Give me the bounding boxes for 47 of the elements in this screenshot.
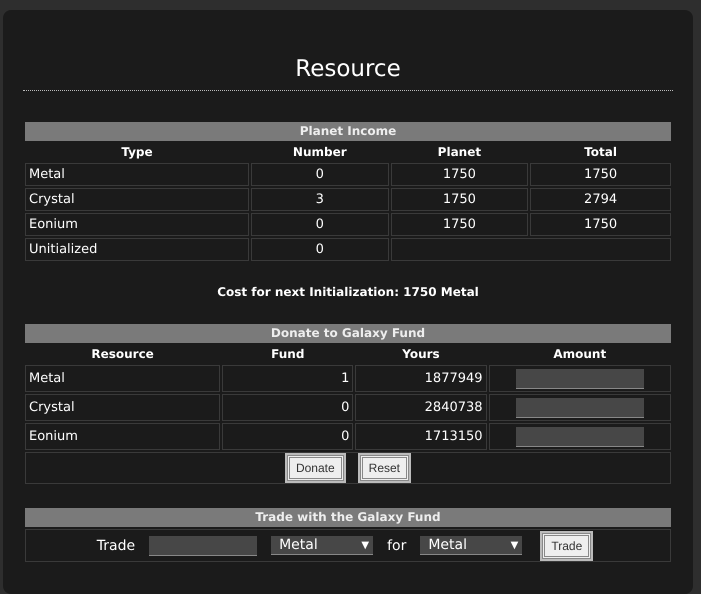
trade-label: Trade	[96, 538, 136, 554]
for-label: for	[387, 538, 406, 554]
table-cell: 0	[251, 213, 389, 236]
column-header: Total	[583, 144, 618, 161]
table-cell: 1750	[390, 188, 528, 211]
table-cell: 0	[222, 423, 354, 450]
column-header: Type	[120, 144, 154, 161]
trade-button[interactable]: Trade	[542, 532, 592, 558]
column-header: Number	[292, 144, 348, 161]
column-header: Yours	[401, 346, 441, 363]
table-cell: 2794	[530, 188, 671, 211]
resource-dropdown[interactable]: Metal ▼	[420, 536, 522, 555]
table-cell: 1713150	[355, 423, 487, 450]
table-cell: 1750	[390, 163, 528, 186]
table-cell: 1	[222, 365, 354, 392]
column-header: Fund	[270, 346, 306, 363]
table-cell: 0	[251, 238, 389, 261]
table-cell: Crystal	[25, 394, 220, 421]
table-cell: 1750	[530, 213, 671, 236]
table-cell: Unitialized	[25, 238, 249, 261]
table-cell: Metal	[25, 365, 220, 392]
amount-field[interactable]	[516, 426, 644, 446]
section-header: Trade with the Galaxy Fund	[25, 508, 671, 527]
table-cell: 1877949	[355, 365, 487, 392]
table-cell: Metal	[25, 163, 249, 186]
action-button[interactable]: Reset	[360, 455, 410, 481]
table-cell: Crystal	[25, 188, 249, 211]
table-cell: 1750	[390, 213, 528, 236]
trade-amount-field[interactable]	[149, 536, 258, 556]
table-cell: 0	[222, 394, 354, 421]
section-header: Planet Income	[25, 122, 671, 141]
table-cell: Eonium	[25, 213, 249, 236]
table-cell: 3	[251, 188, 389, 211]
action-button[interactable]: Donate	[286, 455, 344, 481]
resource-dropdown[interactable]: Metal ▼	[271, 536, 374, 555]
column-header: Amount	[552, 346, 608, 363]
column-header: Planet	[436, 144, 482, 161]
amount-field[interactable]	[516, 398, 644, 418]
column-header: Resource	[90, 346, 155, 363]
cost-note: Cost for next Initialization: 1750 Metal	[216, 285, 480, 299]
table-cell: Eonium	[25, 423, 220, 450]
page-title: Resource	[294, 55, 402, 84]
amount-field[interactable]	[516, 368, 644, 388]
table-cell: 1750	[530, 163, 671, 186]
section-header: Donate to Galaxy Fund	[25, 324, 671, 343]
table-cell: 2840738	[355, 394, 487, 421]
table-cell: 0	[251, 163, 389, 186]
